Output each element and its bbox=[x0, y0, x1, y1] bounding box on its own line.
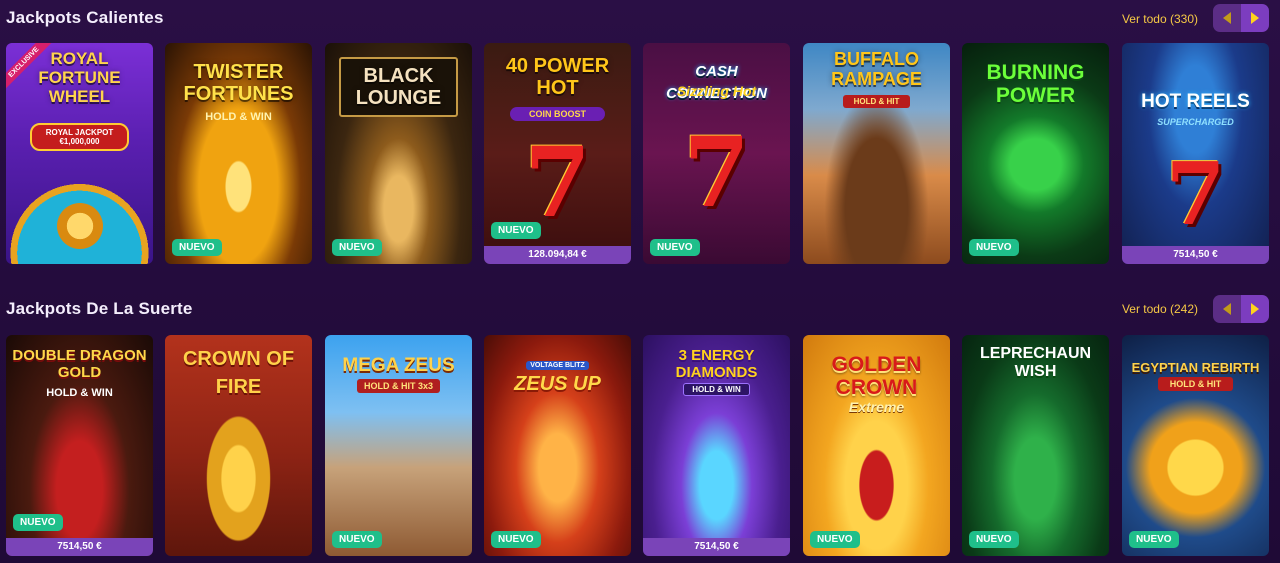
jackpot-amount: 7514,50 € bbox=[6, 538, 153, 556]
game-card[interactable]: 3 Energy Diamonds HOLD & WIN 7514,50 € bbox=[643, 335, 790, 556]
game-subtitle: HOLD & WIN bbox=[683, 383, 750, 396]
new-badge: NUEVO bbox=[332, 239, 382, 256]
game-title: Buffalo Rampage bbox=[831, 49, 922, 89]
game-subtitle: HOLD & HIT bbox=[843, 95, 910, 108]
section-header: Jackpots Calientes Ver todo (330) bbox=[0, 0, 1280, 40]
arrow-right-icon bbox=[1251, 12, 1259, 24]
seven-symbol: 7 bbox=[1165, 144, 1226, 245]
jackpot-amount: 128.094,84 € bbox=[484, 246, 631, 264]
new-badge: NUEVO bbox=[969, 239, 1019, 256]
game-card[interactable]: Egyptian Rebirth HOLD & HIT NUEVO bbox=[1122, 335, 1269, 556]
jackpot-amount: 7514,50 € bbox=[1122, 246, 1269, 264]
section-header: Jackpots De La Suerte Ver todo (242) bbox=[0, 290, 1280, 330]
game-card[interactable]: Hot Reels SUPERCHARGED 7 7514,50 € bbox=[1122, 43, 1269, 264]
game-title: Egyptian Rebirth bbox=[1131, 360, 1260, 375]
new-badge: NUEVO bbox=[491, 531, 541, 548]
new-badge: NUEVO bbox=[491, 222, 541, 239]
see-all-link[interactable]: Ver todo (242) bbox=[1122, 302, 1198, 316]
game-card[interactable]: Cash Connection Sizzling Hot 7 NUEVO bbox=[643, 43, 790, 264]
new-badge: NUEVO bbox=[172, 239, 222, 256]
game-title: 3 Energy Diamonds bbox=[675, 347, 758, 381]
arrow-left-icon bbox=[1223, 12, 1231, 24]
game-subtitle: HOLD & WIN bbox=[205, 111, 272, 123]
game-title: Mega Zeus bbox=[342, 355, 455, 376]
game-row: Double Dragon Gold HOLD & WIN NUEVO 7514… bbox=[0, 335, 1280, 557]
game-title: Twister Fortunes bbox=[183, 61, 294, 105]
new-badge: NUEVO bbox=[332, 531, 382, 548]
carousel-prev-button[interactable] bbox=[1213, 4, 1241, 32]
arrow-right-icon bbox=[1251, 303, 1259, 315]
game-title: 40 Power Hot bbox=[505, 55, 610, 99]
carousel-nav bbox=[1213, 4, 1269, 32]
game-subtitle: Sizzling Hot bbox=[676, 83, 757, 99]
see-all-link[interactable]: Ver todo (330) bbox=[1122, 12, 1198, 26]
game-subtitle: SUPERCHARGED bbox=[1157, 117, 1234, 127]
carousel-prev-button[interactable] bbox=[1213, 295, 1241, 323]
game-title: Black Lounge bbox=[339, 57, 458, 117]
game-title: Royal Fortune Wheel bbox=[38, 49, 121, 106]
game-card[interactable]: Double Dragon Gold HOLD & WIN NUEVO 7514… bbox=[6, 335, 153, 556]
game-subtitle: Extreme bbox=[848, 399, 905, 415]
seven-symbol: 7 bbox=[524, 126, 591, 239]
game-row: EXCLUSIVE Royal Fortune Wheel ROYAL JACK… bbox=[0, 43, 1280, 265]
game-subtitle: HOLD & WIN bbox=[46, 387, 113, 399]
jackpot-amount: 7514,50 € bbox=[643, 538, 790, 556]
game-card[interactable]: Burning Power NUEVO bbox=[962, 43, 1109, 264]
game-title: Golden Crown bbox=[831, 353, 922, 399]
game-subtitle: HOLD & HIT 3x3 bbox=[357, 379, 440, 393]
game-subtitle: HOLD & HIT bbox=[1158, 377, 1233, 391]
carousel-next-button[interactable] bbox=[1241, 295, 1269, 323]
seven-symbol: 7 bbox=[683, 116, 750, 229]
carousel-nav bbox=[1213, 295, 1269, 323]
wheel-icon bbox=[56, 203, 103, 249]
game-card[interactable]: Mega Zeus HOLD & HIT 3x3 NUEVO bbox=[325, 335, 472, 556]
new-badge: NUEVO bbox=[650, 239, 700, 256]
game-title: Double Dragon Gold bbox=[12, 347, 147, 381]
game-card[interactable]: 40 Power Hot COIN BOOST 7 NUEVO 128.094,… bbox=[484, 43, 631, 264]
game-card[interactable]: Crown of Fire bbox=[165, 335, 312, 556]
game-subtitle: ROYAL JACKPOT €1,000,000 bbox=[30, 123, 129, 151]
game-card[interactable]: Twister Fortunes HOLD & WIN NUEVO bbox=[165, 43, 312, 264]
game-card[interactable]: EXCLUSIVE Royal Fortune Wheel ROYAL JACK… bbox=[6, 43, 153, 264]
new-badge: NUEVO bbox=[810, 531, 860, 548]
game-title: Hot Reels bbox=[1141, 91, 1250, 112]
game-card[interactable]: Leprechaun Wish NUEVO bbox=[962, 335, 1109, 556]
game-title: Crown of Fire bbox=[182, 348, 295, 398]
game-card[interactable]: Buffalo Rampage HOLD & HIT bbox=[803, 43, 950, 264]
game-card[interactable]: Black Lounge NUEVO bbox=[325, 43, 472, 264]
section-jackpots-calientes: Jackpots Calientes Ver todo (330) EXCLUS… bbox=[0, 0, 1280, 264]
game-subtitle: VOLTAGE BLITZ bbox=[526, 361, 589, 370]
game-title: Burning Power bbox=[986, 61, 1085, 107]
section-jackpots-de-la-suerte: Jackpots De La Suerte Ver todo (242) Dou… bbox=[0, 290, 1280, 556]
game-card[interactable]: VOLTAGE BLITZ Zeus Up NUEVO bbox=[484, 335, 631, 556]
game-card[interactable]: Golden Crown Extreme NUEVO bbox=[803, 335, 950, 556]
game-title: Leprechaun Wish bbox=[979, 345, 1092, 380]
section-title: Jackpots De La Suerte bbox=[6, 299, 193, 318]
new-badge: NUEVO bbox=[969, 531, 1019, 548]
arrow-left-icon bbox=[1223, 303, 1231, 315]
new-badge: NUEVO bbox=[13, 514, 63, 531]
section-title: Jackpots Calientes bbox=[6, 8, 164, 27]
game-subtitle: COIN BOOST bbox=[510, 107, 605, 121]
game-title: Zeus Up bbox=[514, 373, 601, 395]
carousel-next-button[interactable] bbox=[1241, 4, 1269, 32]
new-badge: NUEVO bbox=[1129, 531, 1179, 548]
